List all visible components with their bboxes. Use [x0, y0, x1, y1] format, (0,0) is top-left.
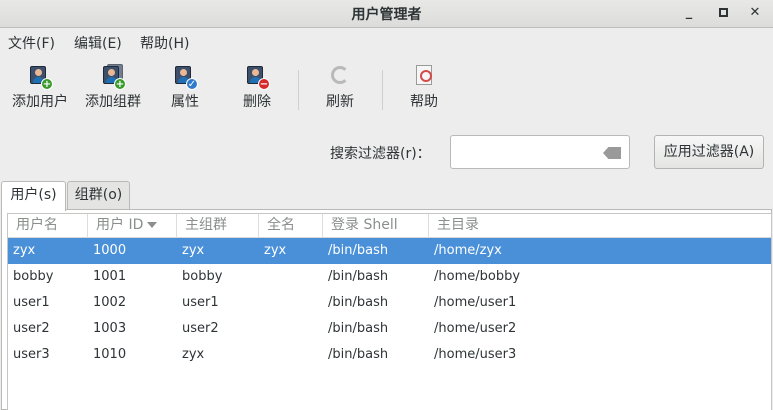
add-group-label: 添加组群 — [85, 94, 141, 110]
search-filter-input[interactable] — [450, 135, 630, 169]
column-login-shell[interactable]: 登录 Shell — [323, 214, 429, 238]
table-cell: bobby — [13, 269, 54, 284]
table-cell: 1010 — [93, 347, 127, 362]
table-cell: /bin/bash — [328, 347, 389, 362]
table-cell: zyx — [182, 243, 205, 258]
apply-filter-button[interactable]: 应用过滤器(A) — [654, 135, 764, 169]
delete-icon: − — [244, 64, 270, 90]
help-icon — [411, 64, 437, 88]
clear-icon[interactable] — [603, 147, 621, 159]
table-cell: /bin/bash — [328, 295, 389, 310]
table-cell: 1000 — [93, 243, 127, 258]
window-title: 用户管理者 — [351, 7, 422, 23]
table-cell: 1002 — [93, 295, 127, 310]
table-cell: /home/user1 — [434, 295, 517, 310]
refresh-button[interactable]: 刷新 — [320, 64, 360, 111]
users-panel: 用户名 用户 ID 主组群 全名 登录 Shell 主目录 zyx 1000 zyx… — [1, 209, 772, 410]
column-home-dir[interactable]: 主目录 — [429, 214, 773, 238]
add-group-button[interactable]: + 添加组群 — [83, 64, 143, 111]
toolbar-separator — [382, 70, 383, 110]
table-cell: user2 — [13, 321, 50, 336]
menu-file[interactable]: 文件(F) — [8, 33, 55, 53]
column-primary-group[interactable]: 主组群 — [177, 214, 259, 238]
tab-groups[interactable]: 组群(o) — [67, 181, 130, 209]
column-full-name[interactable]: 全名 — [259, 214, 323, 238]
sort-desc-icon — [147, 222, 158, 228]
table-cell: /home/user3 — [434, 347, 517, 362]
table-cell: zyx — [182, 347, 205, 362]
title-bar: 用户管理者 _ ✕ — [0, 0, 773, 28]
minimize-icon[interactable]: _ — [678, 2, 700, 24]
add-user-icon: + — [27, 64, 53, 90]
table-cell: user3 — [13, 347, 50, 362]
properties-icon: ✓ — [172, 64, 198, 90]
menu-bar: 文件(F) 编辑(E) 帮助(H) — [0, 29, 773, 55]
table-cell: /bin/bash — [328, 243, 389, 258]
column-user-id-label: 用户 ID — [96, 217, 144, 233]
table-cell: user2 — [182, 321, 219, 336]
table-cell: zyx — [13, 243, 36, 258]
search-filter-label: 搜索过滤器(r)： — [330, 146, 431, 162]
table-row[interactable]: user1 1002 user1/bin/bash/home/user1 — [8, 290, 771, 316]
table-header: 用户名 用户 ID 主组群 全名 登录 Shell 主目录 — [8, 214, 771, 238]
delete-button[interactable]: − 删除 — [237, 64, 277, 111]
table-cell: 1001 — [93, 269, 127, 284]
table-cell: bobby — [182, 269, 223, 284]
refresh-label: 刷新 — [326, 94, 354, 110]
table-cell: 1003 — [93, 321, 127, 336]
table-cell: /home/zyx — [434, 243, 502, 258]
table-row[interactable]: bobby 1001 bobby/bin/bash/home/bobby — [8, 264, 771, 290]
table-row[interactable]: user2 1003 user2/bin/bash/home/user2 — [8, 316, 771, 342]
toolbar-separator — [298, 70, 299, 110]
add-group-icon: + — [100, 64, 126, 90]
menu-edit[interactable]: 编辑(E) — [74, 33, 122, 53]
toolbar: + 添加用户 + 添加组群 ✓ 属性 − 删除 刷新 帮助 — [0, 58, 773, 120]
maximize-icon[interactable] — [712, 2, 734, 24]
table-row[interactable]: zyx 1000 zyx zyx/bin/bash/home/zyx — [8, 238, 771, 264]
table-cell: /bin/bash — [328, 269, 389, 284]
column-username[interactable]: 用户名 — [8, 214, 88, 238]
table-row[interactable]: user3 1010 zyx/bin/bash/home/user3 — [8, 342, 771, 368]
add-user-label: 添加用户 — [12, 94, 68, 110]
refresh-icon — [327, 64, 353, 88]
properties-label: 属性 — [171, 94, 199, 110]
column-user-id[interactable]: 用户 ID — [88, 214, 177, 238]
table-cell: /bin/bash — [328, 321, 389, 336]
delete-label: 删除 — [243, 94, 271, 110]
table-cell: user1 — [182, 295, 219, 310]
users-table: 用户名 用户 ID 主组群 全名 登录 Shell 主目录 zyx 1000 zyx… — [7, 213, 772, 410]
properties-button[interactable]: ✓ 属性 — [165, 64, 205, 111]
help-label: 帮助 — [410, 94, 438, 110]
menu-help[interactable]: 帮助(H) — [140, 33, 189, 53]
tab-users[interactable]: 用户(s) — [1, 181, 66, 211]
add-user-button[interactable]: + 添加用户 — [10, 64, 70, 111]
table-cell: /home/bobby — [434, 269, 521, 284]
help-button[interactable]: 帮助 — [404, 64, 444, 111]
table-cell: user1 — [13, 295, 50, 310]
table-cell: /home/user2 — [434, 321, 517, 336]
close-icon[interactable]: ✕ — [744, 2, 766, 24]
table-cell: zyx — [264, 243, 287, 258]
